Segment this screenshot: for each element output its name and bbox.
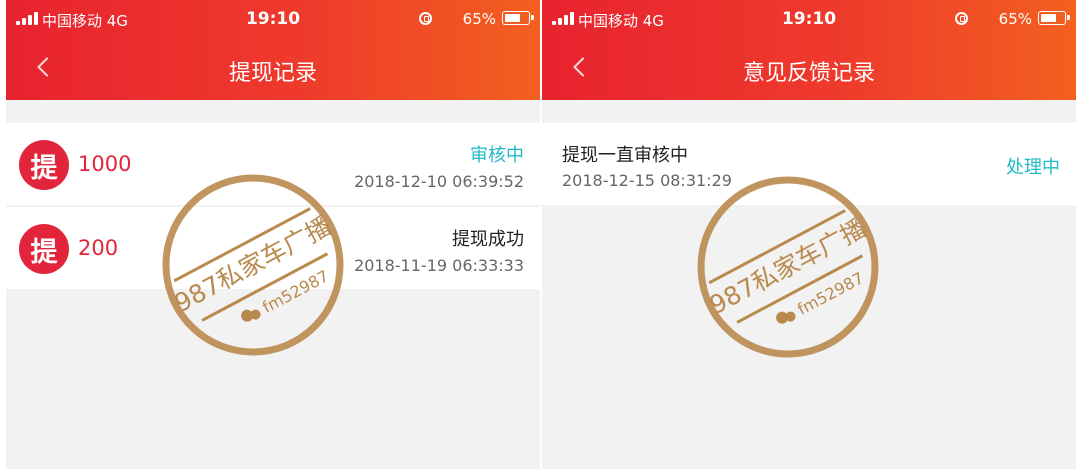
battery-icon bbox=[1038, 11, 1070, 25]
watermark-stamp-graphic: 987私家车广播 fm52987 bbox=[697, 176, 879, 358]
status-bar: 中国移动 4G 19:10 65% bbox=[6, 0, 540, 36]
page-title: 意见反馈记录 bbox=[742, 61, 875, 86]
watermark-subtext: fm52987 bbox=[259, 266, 332, 317]
battery-icon bbox=[502, 11, 534, 25]
watermark-subtext: fm52987 bbox=[794, 268, 867, 319]
watermark-stamp-graphic: 987私家车广播 fm52987 bbox=[162, 174, 344, 356]
withdraw-amount: 1000 bbox=[78, 152, 132, 176]
withdraw-amount: 200 bbox=[78, 236, 119, 260]
withdraw-icon: 提 bbox=[19, 140, 69, 190]
withdraw-status: 提现成功 bbox=[452, 229, 524, 250]
withdraw-time: 2018-11-19 06:33:33 bbox=[354, 256, 524, 275]
nav-bar: 提现记录 bbox=[6, 36, 540, 100]
watermark-stamp: 987私家车广播 fm52987 bbox=[693, 172, 883, 362]
battery-percentage: 65% bbox=[998, 10, 1032, 28]
watermark-text: 987私家车广播 bbox=[705, 213, 871, 320]
page-title: 提现记录 bbox=[228, 61, 317, 86]
withdraw-status: 审核中 bbox=[470, 145, 524, 166]
lock-icon bbox=[419, 12, 432, 25]
feedback-status: 处理中 bbox=[1006, 157, 1060, 178]
withdraw-time: 2018-12-10 06:39:52 bbox=[354, 172, 524, 191]
battery-percentage: 65% bbox=[462, 10, 496, 28]
watermark-stamp: 987私家车广播 fm52987 bbox=[158, 170, 348, 360]
status-time: 19:10 bbox=[245, 9, 301, 29]
nav-bar: 意见反馈记录 bbox=[542, 36, 1076, 100]
withdraw-icon: 提 bbox=[19, 224, 69, 274]
status-bar: 中国移动 4G 19:10 65% bbox=[542, 0, 1076, 36]
header: 中国移动 4G 19:10 65% 提现记录 bbox=[6, 0, 540, 100]
watermark-text: 987私家车广播 bbox=[170, 211, 336, 318]
header: 中国移动 4G 19:10 65% 意见反馈记录 bbox=[542, 0, 1076, 100]
status-time: 19:10 bbox=[781, 9, 837, 29]
lock-icon bbox=[955, 12, 968, 25]
feedback-title: 提现一直审核中 bbox=[562, 145, 688, 166]
